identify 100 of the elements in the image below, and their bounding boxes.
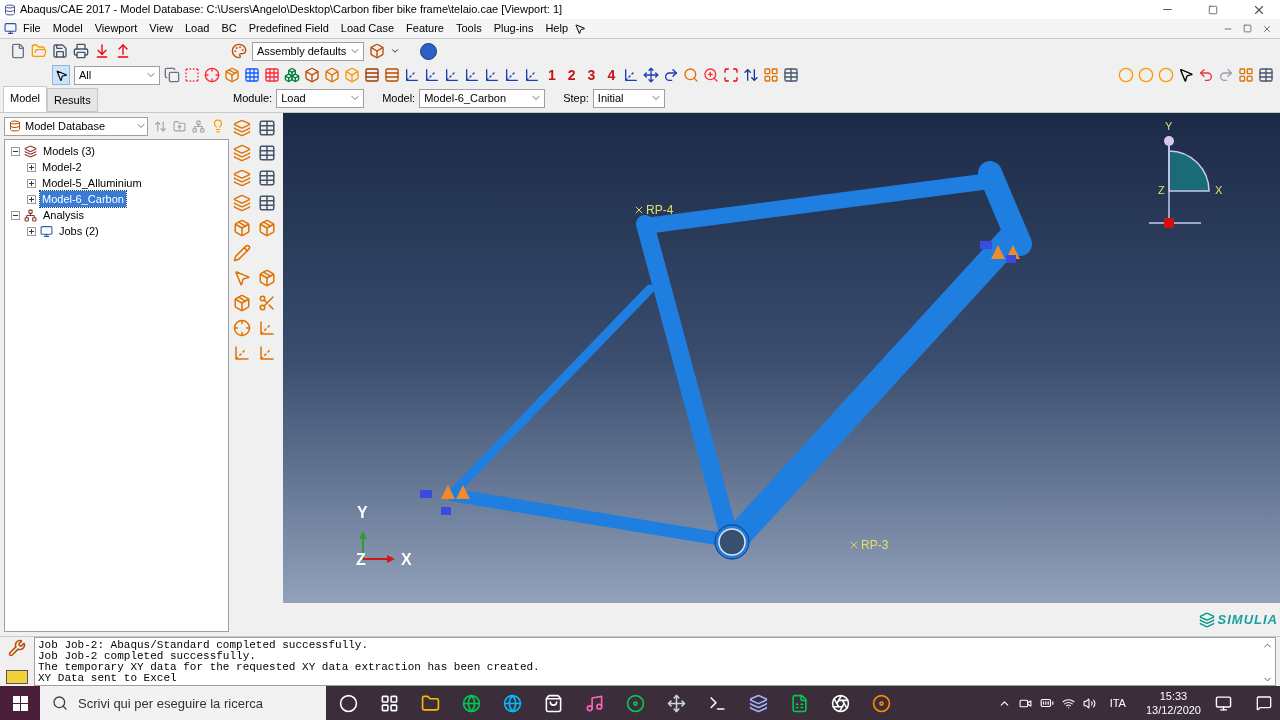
expand-icon[interactable] (27, 162, 36, 172)
start-button[interactable] (0, 686, 40, 720)
palette-icon[interactable] (231, 43, 247, 59)
tree-item[interactable]: Analysis (41, 206, 86, 224)
export-icon[interactable] (115, 43, 131, 59)
axis-icon[interactable] (464, 67, 480, 83)
scissors-icon[interactable] (258, 294, 276, 312)
new-file-icon[interactable] (10, 43, 26, 59)
blocks-icon[interactable] (1238, 67, 1254, 83)
music-icon[interactable] (585, 693, 604, 713)
import-icon[interactable] (94, 43, 110, 59)
menu-item[interactable]: Load Case (334, 20, 401, 37)
menu-item[interactable]: Viewport (88, 20, 144, 37)
clock[interactable]: 15:33 13/12/2020 (1139, 689, 1207, 717)
menu-item[interactable]: BC (215, 20, 243, 37)
panel-tab[interactable]: Model (3, 85, 47, 112)
select-tool-button[interactable] (52, 65, 70, 85)
task-view-icon[interactable] (380, 693, 399, 713)
axis-icon[interactable] (484, 67, 500, 83)
package-icon[interactable] (224, 67, 240, 83)
command-prompt-button[interactable] (6, 670, 28, 684)
volume-icon[interactable] (1082, 696, 1096, 710)
context-select[interactable]: Model-6_Carbon (419, 88, 546, 108)
menu-item[interactable]: Load (178, 20, 216, 37)
menu-item[interactable]: Plug-ins (487, 20, 540, 37)
store-icon[interactable] (544, 693, 563, 713)
select-icon[interactable] (233, 269, 251, 287)
menu-item[interactable]: Predefined Field (242, 20, 335, 37)
collapse-icon[interactable] (11, 210, 20, 220)
viewport[interactable]: RP-4 RP-3 Y Z X Y Z X (283, 113, 1280, 603)
rotate-icon[interactable] (663, 67, 680, 83)
context-select[interactable]: Initial (592, 88, 665, 108)
restore-icon[interactable] (1243, 24, 1252, 33)
crosshair-icon[interactable] (204, 67, 220, 83)
view-button[interactable]: 1 (544, 64, 560, 86)
wireframe-cube-icon[interactable] (304, 67, 320, 83)
spreadsheet-icon[interactable] (790, 693, 809, 713)
browser-icon[interactable] (462, 693, 481, 713)
caret-icon[interactable] (390, 46, 400, 56)
datum-point-icon[interactable] (233, 319, 251, 337)
tree-item[interactable]: Model-6_Carbon (40, 190, 126, 208)
collapse-icon[interactable] (11, 146, 20, 156)
expand-icon[interactable] (27, 194, 36, 204)
menu-item[interactable]: Help (539, 20, 575, 37)
app-icon[interactable] (749, 693, 768, 713)
cursor-icon[interactable] (1178, 67, 1194, 83)
close-icon[interactable] (1262, 23, 1272, 34)
pan-icon[interactable] (643, 67, 660, 83)
browser-icon[interactable] (503, 693, 522, 713)
tree-item[interactable]: Jobs (2) (57, 222, 101, 240)
axis-icon[interactable] (504, 67, 520, 83)
save-icon[interactable] (52, 43, 68, 59)
move-icon[interactable] (667, 693, 686, 713)
arrows-icon[interactable] (743, 67, 760, 83)
manager-icon[interactable] (258, 194, 276, 212)
battery-icon[interactable] (1039, 696, 1054, 710)
tree-item[interactable]: Models (3) (41, 142, 97, 160)
menu-item[interactable]: Feature (400, 20, 450, 37)
axis-icon[interactable] (404, 67, 420, 83)
cube-icon[interactable] (324, 67, 340, 83)
part-icon[interactable] (233, 294, 251, 312)
menu-item[interactable]: File (17, 20, 47, 37)
restore-icon[interactable] (1208, 4, 1218, 15)
manager-icon[interactable] (258, 119, 276, 137)
cube-icon[interactable] (369, 43, 385, 59)
zoom-box-icon[interactable] (703, 67, 720, 83)
search-field[interactable]: Scrivi qui per eseguire la ricerca (40, 686, 326, 720)
notifications-icon[interactable] (1256, 695, 1272, 711)
table-icon[interactable] (1258, 67, 1274, 83)
printer-icon[interactable] (73, 43, 89, 59)
menu-item[interactable]: Model (46, 20, 89, 37)
expand-icon[interactable] (27, 226, 36, 236)
manager-icon[interactable] (258, 169, 276, 187)
axis-icon[interactable] (424, 67, 440, 83)
help-pointer-icon[interactable] (574, 22, 587, 35)
panel-tab[interactable]: Results (46, 87, 98, 112)
view-button[interactable]: 3 (583, 64, 600, 86)
view-button[interactable]: 4 (603, 64, 620, 86)
expand-icon[interactable] (27, 178, 36, 188)
tree-source-select[interactable]: Model Database (4, 116, 148, 136)
brush-icon[interactable] (233, 244, 251, 262)
copy-icon[interactable] (164, 67, 180, 83)
selection-filter-select[interactable]: All (74, 65, 160, 85)
box-select-icon[interactable] (184, 67, 200, 83)
tree-item[interactable]: Model-2 (40, 158, 84, 176)
context-select[interactable]: Load (276, 88, 365, 108)
menu-item[interactable]: View (143, 20, 179, 37)
cortana-icon[interactable] (339, 693, 358, 713)
tree-item[interactable]: Model-5_Alluminium (40, 174, 144, 192)
table-icon[interactable] (783, 67, 800, 83)
view-button[interactable]: 2 (563, 64, 580, 86)
axis-icon[interactable] (444, 67, 460, 83)
manager-icon[interactable] (258, 144, 276, 162)
menu-item[interactable]: Tools (450, 20, 488, 37)
disc-icon[interactable] (872, 693, 891, 713)
wifi-icon[interactable] (1061, 696, 1075, 710)
folder-icon[interactable] (421, 693, 440, 713)
render-style-select[interactable]: Assembly defaults (252, 41, 364, 61)
cube-icon[interactable] (284, 67, 300, 83)
input-language[interactable]: ITA (1103, 694, 1132, 712)
